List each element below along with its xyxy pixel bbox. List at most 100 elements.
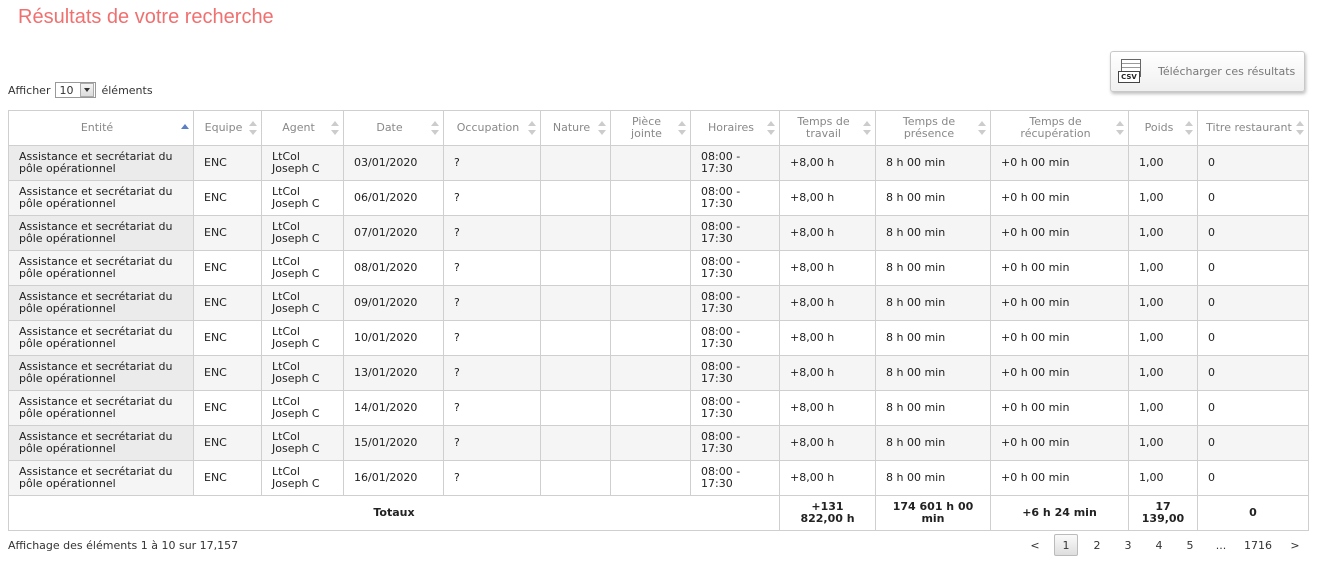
- table-row: Assistance et secrétariat du pôle opérat…: [8, 215, 1309, 251]
- table-cell: 8 h 00 min: [875, 425, 991, 461]
- table-cell: [610, 390, 691, 426]
- table-cell: 8 h 00 min: [875, 355, 991, 391]
- chevron-down-icon[interactable]: [80, 83, 95, 97]
- table-cell: 08:00 - 17:30: [690, 215, 780, 251]
- table-row: Assistance et secrétariat du pôle opérat…: [8, 460, 1309, 496]
- table-cell: 08:00 - 17:30: [690, 460, 780, 496]
- table-cell: 08:00 - 17:30: [690, 145, 780, 181]
- totals-row: Totaux +131 822,00 h 174 601 h 00 min +6…: [8, 495, 1309, 531]
- pagination-page-4[interactable]: 4: [1147, 534, 1171, 556]
- total-titre-restaurant: 0: [1197, 495, 1309, 531]
- table-cell: 0: [1197, 215, 1309, 251]
- download-csv-button[interactable]: CSV Télécharger ces résultats: [1110, 51, 1305, 92]
- table-cell: LtCol Joseph C: [261, 145, 344, 181]
- pagination-next-button[interactable]: >: [1283, 534, 1307, 556]
- table-cell: 1,00: [1128, 425, 1198, 461]
- table-cell: LtCol Joseph C: [261, 215, 344, 251]
- column-header[interactable]: Nature: [540, 110, 611, 146]
- sort-icon: [598, 121, 606, 135]
- page-length-select[interactable]: 10: [55, 82, 97, 98]
- column-header[interactable]: Equipe: [193, 110, 262, 146]
- table-cell: LtCol Joseph C: [261, 250, 344, 286]
- table-cell: LtCol Joseph C: [261, 355, 344, 391]
- table-cell: 1,00: [1128, 180, 1198, 216]
- table-cell: 0: [1197, 250, 1309, 286]
- pagination-page-5[interactable]: 5: [1178, 534, 1202, 556]
- column-header-label: Equipe: [204, 121, 243, 134]
- total-poids: 17 139,00: [1128, 495, 1198, 531]
- table-cell: 0: [1197, 180, 1309, 216]
- page-length-value: 10: [59, 83, 74, 97]
- column-header[interactable]: Titre restaurant: [1197, 110, 1309, 146]
- column-header[interactable]: Entité: [8, 110, 194, 146]
- table-cell: ENC: [193, 425, 262, 461]
- table-cell: [540, 320, 611, 356]
- column-header[interactable]: Occupation: [443, 110, 541, 146]
- table-cell: 0: [1197, 460, 1309, 496]
- sort-icon: [331, 121, 339, 135]
- sort-icon: [249, 121, 257, 135]
- table-cell: 09/01/2020: [343, 285, 444, 321]
- table-cell: [610, 285, 691, 321]
- table-cell: 08:00 - 17:30: [690, 250, 780, 286]
- table-cell: +0 h 00 min: [990, 145, 1129, 181]
- sort-icon: [1296, 121, 1304, 135]
- table-cell: [610, 460, 691, 496]
- table-cell: [540, 250, 611, 286]
- sort-icon: [767, 121, 775, 135]
- column-header-label: Temps de présence: [902, 115, 956, 140]
- column-header[interactable]: Agent: [261, 110, 344, 146]
- table-cell: LtCol Joseph C: [261, 425, 344, 461]
- table-cell: +0 h 00 min: [990, 215, 1129, 251]
- page-length-control: Afficher 10 éléments: [8, 82, 153, 98]
- pagination-page-2[interactable]: 2: [1085, 534, 1109, 556]
- column-header[interactable]: Temps de présence: [875, 110, 991, 146]
- table-cell: 8 h 00 min: [875, 180, 991, 216]
- pagination-page-last[interactable]: 1716: [1240, 534, 1276, 556]
- table-cell: [540, 425, 611, 461]
- column-header-label: Temps de travail: [797, 115, 850, 140]
- total-temps-travail: +131 822,00 h: [779, 495, 876, 531]
- pagination: < 12345 ... 1716 >: [1016, 534, 1307, 556]
- table-cell: +0 h 00 min: [990, 250, 1129, 286]
- column-header[interactable]: Pièce jointe: [610, 110, 691, 146]
- table-cell: LtCol Joseph C: [261, 285, 344, 321]
- table-cell: +8,00 h: [779, 390, 876, 426]
- table-cell: [610, 215, 691, 251]
- table-cell: 08:00 - 17:30: [690, 320, 780, 356]
- download-csv-label: Télécharger ces résultats: [1158, 65, 1296, 78]
- table-cell: ?: [443, 180, 541, 216]
- table-row: Assistance et secrétariat du pôle opérat…: [8, 180, 1309, 216]
- table-body: Assistance et secrétariat du pôle opérat…: [8, 145, 1309, 496]
- table-cell: 8 h 00 min: [875, 145, 991, 181]
- column-header[interactable]: Date: [343, 110, 444, 146]
- table-cell: 8 h 00 min: [875, 460, 991, 496]
- table-cell: +0 h 00 min: [990, 460, 1129, 496]
- table-cell: 8 h 00 min: [875, 215, 991, 251]
- pagination-page-3[interactable]: 3: [1116, 534, 1140, 556]
- table-cell: Assistance et secrétariat du pôle opérat…: [8, 355, 194, 391]
- table-cell: Assistance et secrétariat du pôle opérat…: [8, 320, 194, 356]
- table-cell: 08/01/2020: [343, 250, 444, 286]
- table-cell: +0 h 00 min: [990, 180, 1129, 216]
- table-cell: 0: [1197, 285, 1309, 321]
- table-cell: LtCol Joseph C: [261, 180, 344, 216]
- column-header[interactable]: Temps de récupération: [990, 110, 1129, 146]
- pagination-prev-button[interactable]: <: [1023, 534, 1047, 556]
- table-cell: 1,00: [1128, 285, 1198, 321]
- column-header-label: Poids: [1144, 121, 1174, 134]
- table-cell: Assistance et secrétariat du pôle opérat…: [8, 215, 194, 251]
- table-cell: 15/01/2020: [343, 425, 444, 461]
- column-header[interactable]: Temps de travail: [779, 110, 876, 146]
- table-cell: ?: [443, 320, 541, 356]
- table-cell: ?: [443, 425, 541, 461]
- column-header[interactable]: Horaires: [690, 110, 780, 146]
- total-temps-recuperation: +6 h 24 min: [990, 495, 1129, 531]
- column-header[interactable]: Poids: [1128, 110, 1198, 146]
- table-cell: 10/01/2020: [343, 320, 444, 356]
- sort-icon: [431, 121, 439, 135]
- table-cell: +8,00 h: [779, 285, 876, 321]
- page-title: Résultats de votre recherche: [18, 6, 274, 28]
- pagination-page-1[interactable]: 1: [1054, 534, 1078, 556]
- table-cell: 8 h 00 min: [875, 390, 991, 426]
